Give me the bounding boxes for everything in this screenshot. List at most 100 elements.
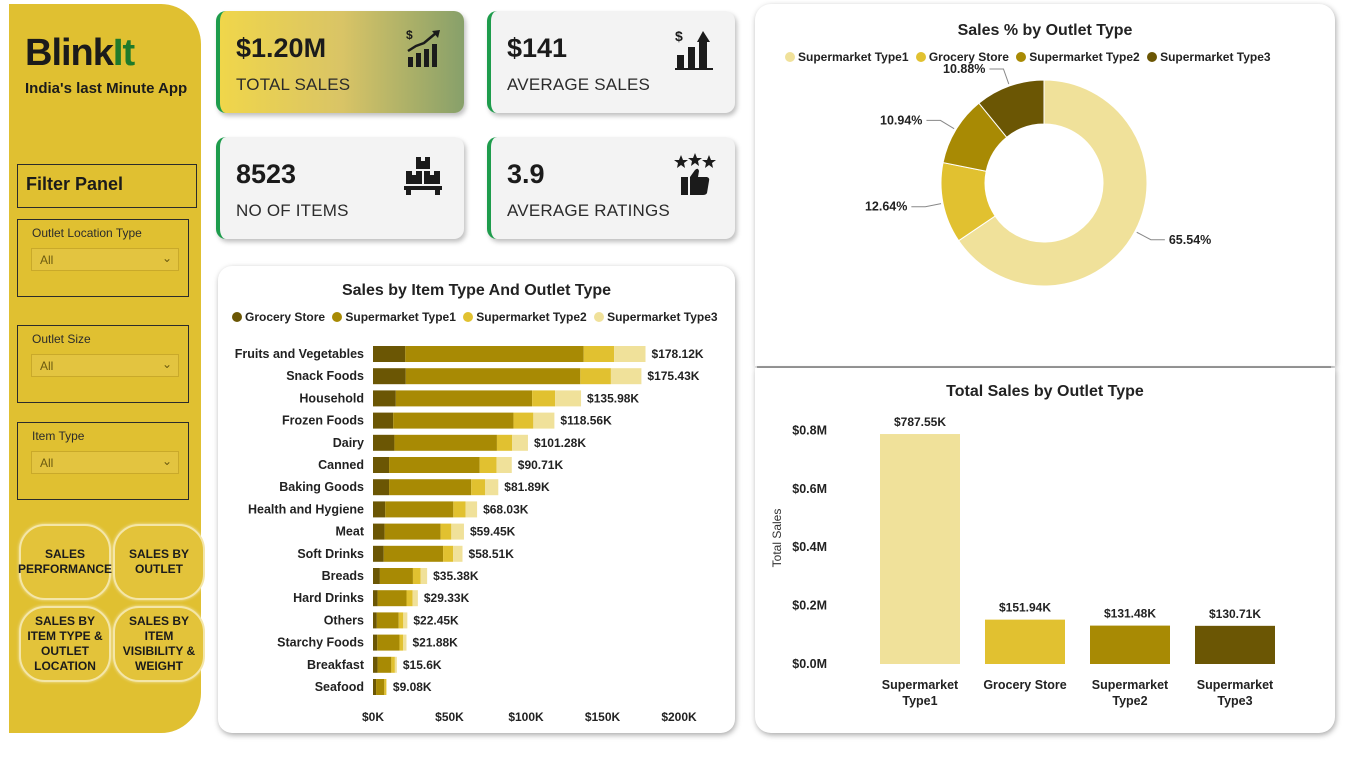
bar-segment[interactable]: [395, 390, 533, 407]
bar-segment[interactable]: [532, 390, 556, 407]
bar-segment[interactable]: [513, 412, 534, 429]
bar-segment[interactable]: [412, 568, 421, 584]
kpi-caption: NO OF ITEMS: [236, 201, 349, 220]
bar-segment[interactable]: [394, 434, 497, 451]
bar-segment[interactable]: [373, 434, 395, 451]
bar-segment[interactable]: [373, 656, 378, 673]
bar-segment[interactable]: [373, 368, 406, 385]
outlet-size-dropdown[interactable]: All ⌄: [31, 354, 179, 377]
nav-sales-by-outlet-button[interactable]: SALES BY OUTLET: [113, 524, 205, 600]
bar-segment[interactable]: [406, 590, 413, 607]
bar-segment[interactable]: [373, 412, 394, 429]
data-label: $131.48K: [1104, 607, 1156, 621]
kpi-value: 3.9: [507, 159, 545, 189]
bar-segment[interactable]: [373, 523, 385, 540]
bar-segment[interactable]: [512, 434, 528, 451]
nav-sales-by-item-type-outlet-location-button[interactable]: SALES BY ITEM TYPE & OUTLET LOCATION: [19, 606, 111, 682]
bar-segment[interactable]: [403, 612, 408, 629]
kpi-caption: AVERAGE RATINGS: [507, 201, 670, 220]
category-label: Type1: [902, 694, 937, 708]
data-label: 10.94%: [880, 113, 922, 127]
bar-segment[interactable]: [373, 501, 386, 518]
column-bar[interactable]: [880, 434, 960, 664]
y-tick-label: $0.4M: [792, 540, 827, 554]
bar-segment[interactable]: [386, 679, 387, 695]
bar-segment[interactable]: [496, 457, 512, 473]
bar-segment[interactable]: [373, 346, 406, 362]
bar-segment[interactable]: [614, 346, 646, 362]
bar-segment[interactable]: [453, 545, 463, 562]
x-tick-label: $200K: [661, 710, 697, 724]
column-bar[interactable]: [1195, 625, 1275, 664]
bar-segment[interactable]: [373, 679, 377, 695]
bar-segment[interactable]: [533, 412, 555, 429]
bar-segment[interactable]: [471, 479, 485, 496]
bar-segment[interactable]: [453, 501, 466, 518]
bar-segment[interactable]: [394, 656, 397, 673]
category-label: Soft Drinks: [297, 547, 364, 561]
bar-segment[interactable]: [373, 634, 378, 651]
y-tick-label: $0.2M: [792, 599, 827, 613]
bar-segment[interactable]: [440, 523, 452, 540]
bar-segment[interactable]: [580, 368, 611, 385]
bar-segment[interactable]: [376, 679, 385, 695]
bar-segment[interactable]: [383, 545, 444, 562]
bar-segment[interactable]: [373, 568, 380, 584]
bar-segment[interactable]: [402, 634, 407, 651]
bar-segment[interactable]: [376, 612, 399, 629]
data-label: $135.98K: [587, 391, 639, 405]
outlet-location-type-dropdown[interactable]: All ⌄: [31, 248, 179, 271]
column-bar[interactable]: [985, 619, 1065, 664]
data-label: $118.56K: [560, 414, 612, 428]
bar-segment[interactable]: [389, 479, 472, 496]
leader-line: [911, 203, 942, 208]
bar-segment[interactable]: [398, 612, 404, 629]
bar-segment[interactable]: [465, 501, 478, 518]
bar-segment[interactable]: [399, 634, 403, 651]
data-label: 65.54%: [1169, 233, 1211, 247]
bar-segment[interactable]: [377, 656, 392, 673]
column-bar[interactable]: [1090, 625, 1170, 664]
bar-segment[interactable]: [373, 479, 390, 496]
bar-segment[interactable]: [420, 568, 428, 584]
bar-chart-dollar-icon: $: [675, 28, 713, 70]
bar-segment[interactable]: [393, 412, 514, 429]
category-label: Canned: [318, 458, 364, 472]
data-label: $9.08K: [393, 680, 432, 694]
bar-segment[interactable]: [373, 545, 384, 562]
bar-segment[interactable]: [451, 523, 464, 540]
kpi-average-sales: $141 AVERAGE SALES $: [487, 11, 735, 113]
bar-segment[interactable]: [496, 434, 513, 451]
item-type-dropdown[interactable]: All ⌄: [31, 451, 179, 474]
bar-segment[interactable]: [373, 457, 390, 473]
bar-segment[interactable]: [377, 634, 400, 651]
bar-segment[interactable]: [583, 346, 615, 362]
category-label: Breakfast: [307, 658, 365, 672]
bar-segment[interactable]: [610, 368, 642, 385]
category-label: Baking Goods: [279, 480, 364, 494]
nav-sales-by-item-visibility-weight-button[interactable]: SALES BY ITEM VISIBILITY & WEIGHT: [113, 606, 205, 682]
bar-segment[interactable]: [405, 368, 581, 385]
bar-segment[interactable]: [384, 523, 441, 540]
bar-segment[interactable]: [443, 545, 454, 562]
bar-segment[interactable]: [373, 590, 378, 607]
bar-segment[interactable]: [479, 457, 497, 473]
bar-segment[interactable]: [412, 590, 418, 607]
bar-segment[interactable]: [389, 457, 480, 473]
data-label: $130.71K: [1209, 607, 1261, 621]
bar-segment[interactable]: [373, 390, 396, 407]
bar-segment[interactable]: [373, 612, 377, 629]
bar-segment[interactable]: [405, 346, 584, 362]
outlet-column-chart: $0.0M $0.2M $0.4M $0.6M $0.8M Total Sales $787…: [770, 415, 1275, 708]
bar-segment[interactable]: [379, 568, 413, 584]
bar-segment[interactable]: [484, 479, 499, 496]
bar-segment[interactable]: [384, 679, 387, 695]
nav-sales-performance-button[interactable]: SALES PERFORMANCE: [18, 524, 112, 600]
slicer-label: Item Type: [32, 429, 85, 443]
bar-segment[interactable]: [391, 656, 395, 673]
data-label: $81.89K: [504, 480, 550, 494]
bar-segment[interactable]: [385, 501, 454, 518]
svg-text:$: $: [406, 28, 413, 42]
bar-segment[interactable]: [377, 590, 407, 607]
bar-segment[interactable]: [555, 390, 582, 407]
